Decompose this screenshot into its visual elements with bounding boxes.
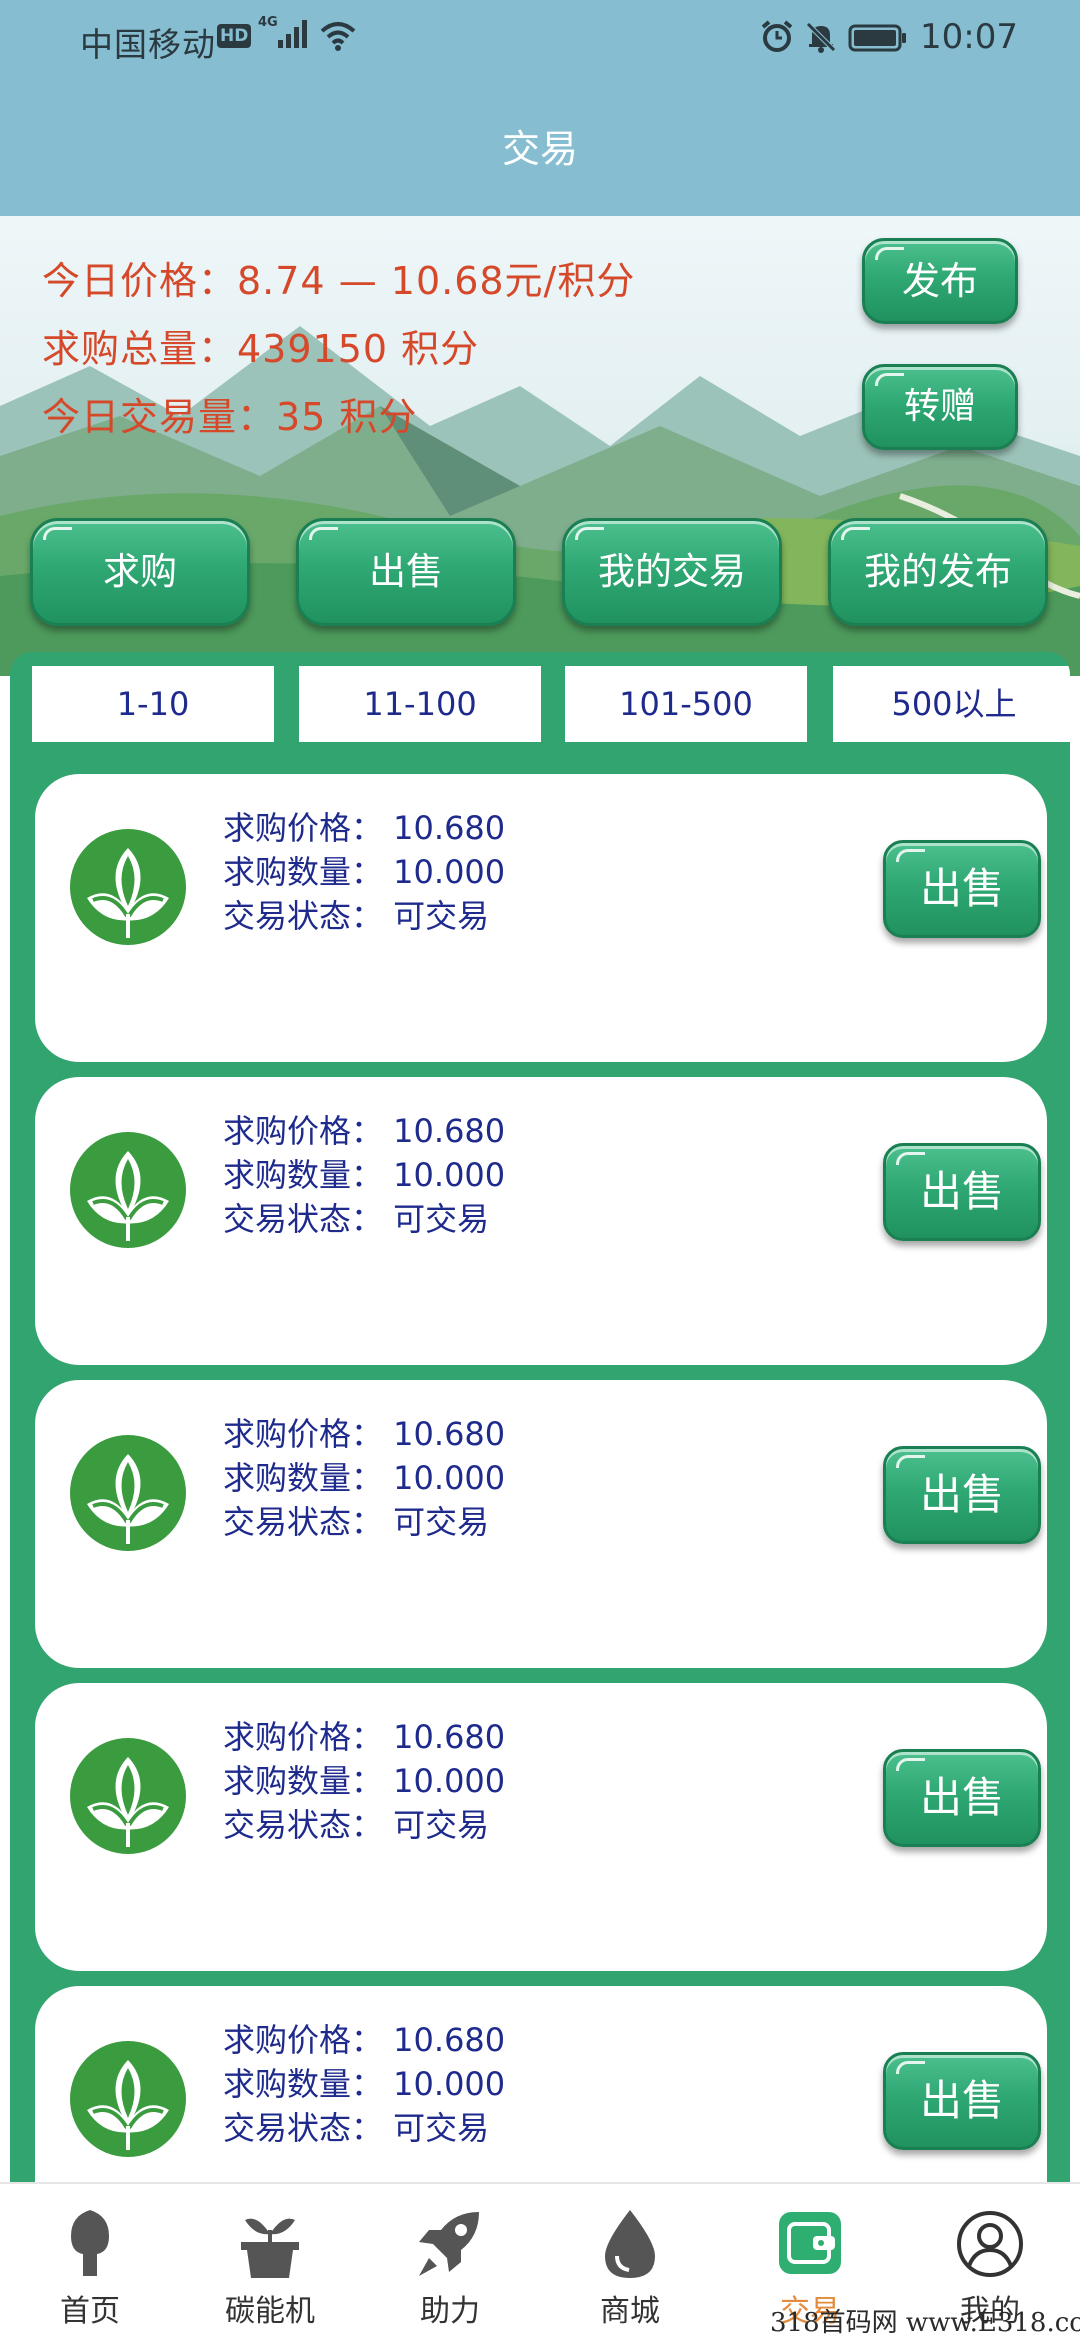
tab-label: 碳能机	[225, 2294, 315, 2329]
sell-button[interactable]: 出售	[883, 1749, 1041, 1847]
order-quantity: 求购数量： 10.000	[223, 1156, 506, 1194]
order-status: 交易状态： 可交易	[223, 1200, 490, 1238]
gift-transfer-button[interactable]: 转赠	[862, 364, 1018, 450]
tab-buy-requests[interactable]: 求购	[30, 518, 250, 626]
leaf-logo-icon	[70, 2041, 186, 2157]
tab-label: 商城	[600, 2294, 660, 2329]
order-status: 交易状态： 可交易	[223, 1503, 490, 1541]
order-card: 求购价格： 10.680 求购数量： 10.000 交易状态： 可交易 出售	[35, 1380, 1047, 1668]
tab-boost[interactable]: 助力	[360, 2184, 540, 2340]
order-details: 求购价格： 10.680 求购数量： 10.000 交易状态： 可交易	[223, 1109, 505, 1241]
range-filter-101-500[interactable]: 101-500	[565, 666, 807, 742]
battery-icon	[848, 22, 908, 61]
leaf-logo-icon	[70, 1132, 186, 1248]
carrier-name: 中国移动	[80, 25, 216, 64]
order-price: 求购价格： 10.680	[223, 1718, 506, 1756]
sell-button[interactable]: 出售	[883, 1446, 1041, 1544]
order-details: 求购价格： 10.680 求购数量： 10.000 交易状态： 可交易	[223, 806, 505, 938]
range-filter-500-plus[interactable]: 500以上	[833, 666, 1070, 742]
network-type: 4G	[258, 15, 278, 30]
status-bar: 中国移动 HD 4G 10:07	[0, 0, 1080, 78]
rocket-icon	[419, 2212, 479, 2276]
alarm-icon	[760, 20, 794, 62]
site-watermark: 318首码网 www.E318.com	[770, 2308, 1080, 2338]
clock-time: 10:07	[920, 17, 1018, 57]
order-status: 交易状态： 可交易	[223, 897, 490, 935]
user-icon	[957, 2211, 1023, 2277]
market-summary-banner: 今日价格：8.74 — 10.68元/积分 求购总量：439150 积分 今日交…	[0, 216, 1080, 676]
order-card: 求购价格： 10.680 求购数量： 10.000 交易状态： 可交易 出售	[35, 1077, 1047, 1365]
tree-icon	[71, 2210, 109, 2276]
order-card: 求购价格： 10.680 求购数量： 10.000 交易状态： 可交易 出售	[35, 1986, 1047, 2182]
tab-sell-offers[interactable]: 出售	[296, 518, 516, 626]
range-filter-11-100[interactable]: 11-100	[299, 666, 541, 742]
order-quantity: 求购数量： 10.000	[223, 853, 506, 891]
tab-my-posts[interactable]: 我的发布	[828, 518, 1048, 626]
plant-pot-icon	[241, 2218, 299, 2278]
page-title: 交易	[501, 127, 578, 171]
leaf-logo-icon	[70, 1435, 186, 1551]
tab-carbon-machine[interactable]: 碳能机	[180, 2184, 360, 2340]
tab-my-trades[interactable]: 我的交易	[562, 518, 782, 626]
bell-off-icon	[804, 20, 838, 62]
order-details: 求购价格： 10.680 求购数量： 10.000 交易状态： 可交易	[223, 1715, 505, 1847]
publish-button[interactable]: 发布	[862, 238, 1018, 324]
hd-badge: HD	[217, 24, 252, 48]
sell-button[interactable]: 出售	[883, 840, 1041, 938]
order-details: 求购价格： 10.680 求购数量： 10.000 交易状态： 可交易	[223, 1412, 505, 1544]
order-status: 交易状态： 可交易	[223, 1806, 490, 1844]
wifi-icon	[318, 20, 358, 60]
order-card: 求购价格： 10.680 求购数量： 10.000 交易状态： 可交易 出售	[35, 774, 1047, 1062]
tab-label: 首页	[60, 2294, 120, 2329]
tab-home[interactable]: 首页	[0, 2184, 180, 2340]
tab-label: 助力	[420, 2294, 480, 2329]
sell-button[interactable]: 出售	[883, 1143, 1041, 1241]
tab-mall[interactable]: 商城	[540, 2184, 720, 2340]
leaf-logo-icon	[70, 829, 186, 945]
order-price: 求购价格： 10.680	[223, 2021, 506, 2059]
today-price-range: 今日价格：8.74 — 10.68元/积分	[42, 259, 636, 303]
today-volume: 今日交易量：35 积分	[42, 395, 418, 439]
order-details: 求购价格： 10.680 求购数量： 10.000 交易状态： 可交易	[223, 2018, 505, 2150]
order-price: 求购价格： 10.680	[223, 809, 506, 847]
order-price: 求购价格： 10.680	[223, 1415, 506, 1453]
total-demand: 求购总量：439150 积分	[42, 327, 480, 371]
water-drop-icon	[605, 2210, 655, 2278]
sell-button[interactable]: 出售	[883, 2052, 1041, 2150]
order-list-panel: 1-10 11-100 101-500 500以上 求购价格： 10.680 求…	[10, 652, 1070, 2182]
order-quantity: 求购数量： 10.000	[223, 1459, 506, 1497]
leaf-logo-icon	[70, 1738, 186, 1854]
wallet-icon	[779, 2212, 841, 2274]
order-quantity: 求购数量： 10.000	[223, 1762, 506, 1800]
app-header: 中国移动 HD 4G 10:07 交易	[0, 0, 1080, 216]
order-card: 求购价格： 10.680 求购数量： 10.000 交易状态： 可交易 出售	[35, 1683, 1047, 1971]
signal-icon: 4G	[258, 14, 310, 62]
order-status: 交易状态： 可交易	[223, 2109, 490, 2147]
order-quantity: 求购数量： 10.000	[223, 2065, 506, 2103]
order-price: 求购价格： 10.680	[223, 1112, 506, 1150]
range-filter-1-10[interactable]: 1-10	[32, 666, 274, 742]
